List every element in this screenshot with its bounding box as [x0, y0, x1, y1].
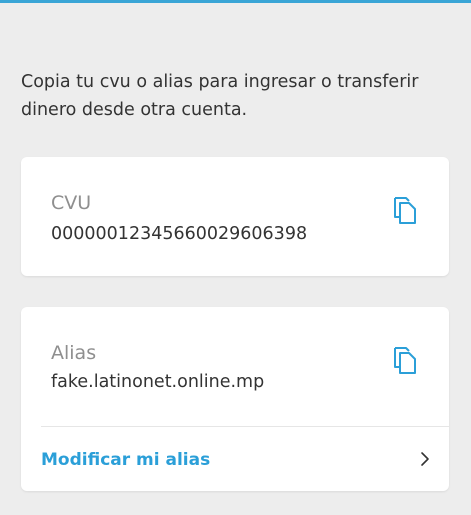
cvu-card: CVU 0000001234566002960​6398	[21, 157, 449, 276]
cvu-value: 0000001234566002960​6398	[51, 224, 308, 244]
modify-alias-link[interactable]: Modificar mi alias	[21, 427, 449, 491]
copy-alias-button[interactable]	[392, 346, 418, 376]
modify-alias-label: Modificar mi alias	[41, 450, 211, 470]
alias-value: fake.latinonet.online.mp	[51, 372, 265, 392]
alias-label: Alias	[51, 342, 97, 364]
copy-cvu-button[interactable]	[392, 196, 418, 226]
cvu-label: CVU	[51, 192, 92, 214]
alias-card: Alias fake.latinonet.online.mp Modificar…	[21, 307, 449, 491]
top-accent-line	[0, 0, 471, 3]
copy-icon	[394, 347, 416, 374]
copy-icon	[394, 197, 416, 224]
intro-text: Copia tu cvu o alias para ingresar o tra…	[21, 72, 419, 120]
chevron-right-icon	[421, 452, 429, 466]
